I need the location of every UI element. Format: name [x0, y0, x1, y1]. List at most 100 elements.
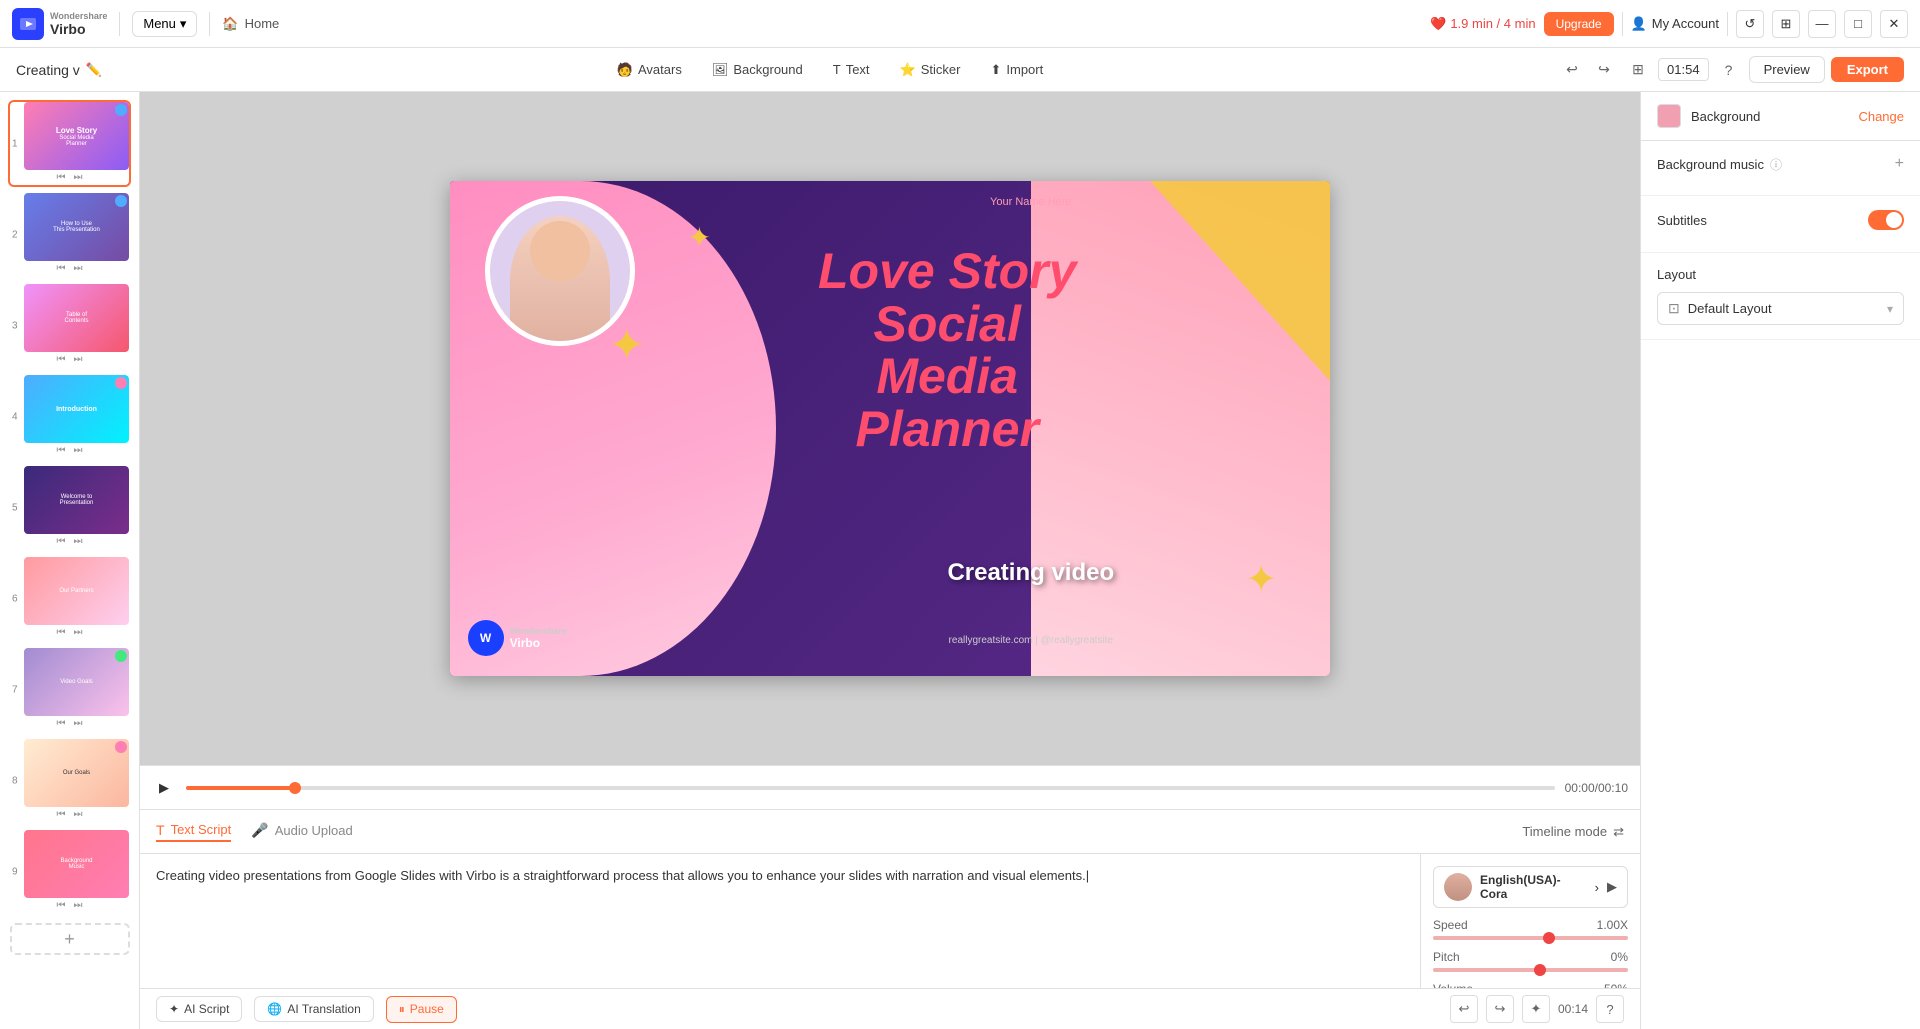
slide-next-4[interactable]: ⏭	[74, 445, 83, 456]
slide-item-3[interactable]: 3 Table ofContents ⏮ ⏭	[8, 282, 131, 369]
slide-prev-2[interactable]: ⏮	[57, 263, 66, 274]
close-button[interactable]: ✕	[1880, 10, 1908, 38]
help-button[interactable]: ?	[1715, 56, 1743, 84]
script-text-content: Creating video presentations from Google…	[156, 868, 1086, 883]
slide-next-1[interactable]: ⏭	[74, 172, 83, 183]
voice-play-button[interactable]: ▶	[1607, 879, 1617, 895]
divider	[119, 12, 120, 36]
menu-button[interactable]: Menu ▾	[132, 11, 197, 37]
layout-dropdown[interactable]: ⊡ Default Layout ▾	[1657, 292, 1904, 325]
undo-redo-group: ↩ ↪	[1558, 56, 1618, 84]
slide-badge-1	[115, 104, 127, 116]
undo-button[interactable]: ↩	[1558, 56, 1586, 84]
add-slide-button[interactable]: +	[10, 923, 130, 955]
toolbar-tools: 🧑 Avatars 🖼 Background T Text ⭐ Sticker …	[604, 56, 1056, 84]
text-script-tab[interactable]: T Text Script	[156, 822, 231, 842]
layout-title: Layout	[1657, 267, 1696, 282]
slide-next-9[interactable]: ⏭	[74, 900, 83, 911]
redo-button[interactable]: ↪	[1590, 56, 1618, 84]
slide-item-8[interactable]: 8 Our Goals ⏮ ⏭	[8, 737, 131, 824]
bg-music-info-icon[interactable]: ⓘ	[1770, 156, 1782, 173]
voice-avatar	[1444, 873, 1472, 901]
script-panel: T Text Script 🎤 Audio Upload Timeline mo…	[140, 809, 1640, 1029]
slide-prev-6[interactable]: ⏮	[57, 627, 66, 638]
slide-badge-4	[115, 377, 127, 389]
undo-script-button[interactable]: ↩	[1450, 995, 1478, 1023]
right-panel: Background Change Background music ⓘ + S…	[1640, 92, 1920, 1029]
slide-badge-7	[115, 650, 127, 662]
timeline-time: 00:00/00:10	[1565, 781, 1628, 795]
project-name: Creating v ✏️	[16, 62, 102, 78]
grid-button[interactable]: ⊞	[1772, 10, 1800, 38]
pitch-slider[interactable]	[1433, 968, 1628, 972]
divider2	[209, 12, 210, 36]
slide-item-2[interactable]: 2 How to UseThis Presentation ⏮ ⏭	[8, 191, 131, 278]
slide-prev-3[interactable]: ⏮	[57, 354, 66, 365]
layout-section: Layout ⊡ Default Layout ▾	[1641, 253, 1920, 340]
slide-prev-5[interactable]: ⏮	[57, 536, 66, 547]
upgrade-button[interactable]: Upgrade	[1544, 12, 1614, 36]
minimize-button[interactable]: —	[1808, 10, 1836, 38]
slide-item-7[interactable]: 7 Video Goals ⏮ ⏭	[8, 646, 131, 733]
slide-number-8: 8	[12, 775, 18, 786]
secondary-toolbar: Creating v ✏️ 🧑 Avatars 🖼 Background T T…	[0, 48, 1920, 92]
slide-badge-2	[115, 195, 127, 207]
script-text[interactable]: Creating video presentations from Google…	[140, 854, 1420, 988]
grid-view-button[interactable]: ⊞	[1624, 56, 1652, 84]
slide-number-3: 3	[12, 320, 18, 331]
slide-number-7: 7	[12, 684, 18, 695]
slide-prev-4[interactable]: ⏮	[57, 445, 66, 456]
add-bg-music-button[interactable]: +	[1895, 155, 1904, 173]
script-bottom-bar: ✦ AI Script 🌐 AI Translation ⏸ Pause ↩ ↪…	[140, 988, 1640, 1029]
slide-next-3[interactable]: ⏭	[74, 354, 83, 365]
slide-next-7[interactable]: ⏭	[74, 718, 83, 729]
slide-prev-9[interactable]: ⏮	[57, 900, 66, 911]
import-button[interactable]: ⬆ Import	[977, 56, 1056, 84]
pause-button[interactable]: ⏸ Pause	[386, 996, 457, 1023]
preview-button[interactable]: Preview	[1749, 56, 1825, 83]
timeline-mode-button[interactable]: Timeline mode ⇄	[1522, 824, 1624, 840]
home-button[interactable]: 🏠 Home	[222, 16, 279, 32]
ai-translation-button[interactable]: 🌐 AI Translation	[254, 996, 373, 1022]
slide-item-5[interactable]: 5 Welcome toPresentation ⏮ ⏭	[8, 464, 131, 551]
slide-next-6[interactable]: ⏭	[74, 627, 83, 638]
slide-item-9[interactable]: 9 BackgroundMusic ⏮ ⏭	[8, 828, 131, 915]
top-right-controls: ❤️ 1.9 min / 4 min Upgrade 👤 My Account …	[1430, 10, 1908, 38]
slide-item-6[interactable]: 6 Our Partners ⏮ ⏭	[8, 555, 131, 642]
slide-next-5[interactable]: ⏭	[74, 536, 83, 547]
text-button[interactable]: T Text	[820, 56, 883, 83]
export-button[interactable]: Export	[1831, 57, 1904, 82]
slide-next-2[interactable]: ⏭	[74, 263, 83, 274]
slide-item-1[interactable]: 1 Love Story Social Media Planner ⏮ ⏭	[8, 100, 131, 187]
bg-music-section: Background music ⓘ +	[1641, 141, 1920, 196]
redo-script-button[interactable]: ↪	[1486, 995, 1514, 1023]
speed-slider[interactable]	[1433, 936, 1628, 940]
subtitles-toggle[interactable]	[1868, 210, 1904, 230]
background-button[interactable]: 🖼 Background	[699, 56, 816, 84]
slide-item-4[interactable]: 4 Introduction ⏮ ⏭	[8, 373, 131, 460]
change-background-button[interactable]: Change	[1858, 109, 1904, 124]
maximize-button[interactable]: □	[1844, 10, 1872, 38]
slide-number-1: 1	[12, 138, 18, 149]
help-script-button[interactable]: ?	[1596, 995, 1624, 1023]
magic-wand-button[interactable]: ✦	[1522, 995, 1550, 1023]
bg-color-swatch	[1657, 104, 1681, 128]
slide-prev-1[interactable]: ⏮	[57, 172, 66, 183]
play-button[interactable]: ▶	[152, 776, 176, 800]
canvas-title: Love Story Social Media Planner	[776, 245, 1119, 455]
slide-next-8[interactable]: ⏭	[74, 809, 83, 820]
script-content: Creating video presentations from Google…	[140, 854, 1640, 988]
avatars-button[interactable]: 🧑 Avatars	[604, 56, 695, 84]
slide-prev-8[interactable]: ⏮	[57, 809, 66, 820]
account-button[interactable]: 👤 My Account	[1631, 16, 1719, 32]
voice-selector[interactable]: English(USA)-Cora › ▶	[1433, 866, 1628, 908]
sticker-button[interactable]: ⭐ Sticker	[887, 56, 974, 84]
layout-icon: ⊡	[1668, 300, 1680, 317]
history-button[interactable]: ↺	[1736, 10, 1764, 38]
audio-upload-tab[interactable]: 🎤 Audio Upload	[251, 822, 353, 841]
slide-prev-7[interactable]: ⏮	[57, 718, 66, 729]
ai-script-button[interactable]: ✦ AI Script	[156, 996, 242, 1022]
progress-track[interactable]	[186, 786, 1555, 790]
edit-icon[interactable]: ✏️	[86, 62, 102, 78]
toolbar-right-controls: ↩ ↪ ⊞ 01:54 ? Preview Export	[1558, 56, 1904, 84]
